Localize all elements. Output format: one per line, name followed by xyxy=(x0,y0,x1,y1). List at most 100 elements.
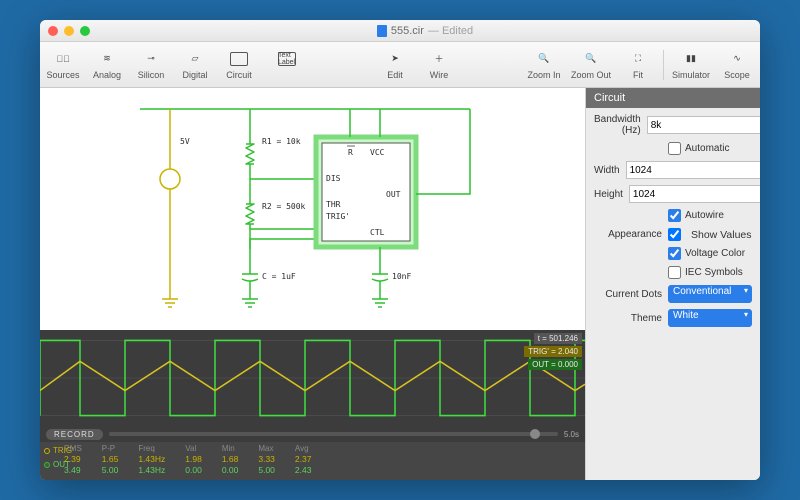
wire-tool[interactable]: ＋Wire xyxy=(422,50,456,80)
svg-text:VCC: VCC xyxy=(370,148,385,157)
theme-select[interactable]: White xyxy=(668,309,752,327)
minimize-icon[interactable] xyxy=(64,26,74,36)
time-cursor-label: t = 501.246 xyxy=(534,333,582,344)
window-controls xyxy=(48,26,90,36)
fit-button[interactable]: ⛶Fit xyxy=(621,50,655,80)
edited-indicator: — Edited xyxy=(428,25,473,37)
voltage-color-label: Voltage Color xyxy=(685,248,745,259)
scrubber-thumb[interactable] xyxy=(530,429,540,439)
ic-555[interactable]: R VCC DIS THR TRIG' OUT CTL xyxy=(316,137,416,247)
silicon-icon: ⊸ xyxy=(141,50,161,68)
fit-icon: ⛶ xyxy=(628,50,648,68)
textlabel-button[interactable]: TextLabelText Label xyxy=(266,50,307,80)
iec-label: IEC Symbols xyxy=(685,267,743,278)
meas-col-val: Val1.980.00 xyxy=(185,444,202,475)
current-dots-label: Current Dots xyxy=(594,289,662,300)
textlabel-icon: TextLabel xyxy=(277,50,297,68)
scope-scrubber[interactable] xyxy=(109,432,558,436)
scope-icon: ∿ xyxy=(727,50,747,68)
sources-icon: ◯⃫ xyxy=(53,50,73,68)
svg-text:DIS: DIS xyxy=(326,174,341,183)
show-values-label: Show Values xyxy=(691,229,752,241)
circuit-button[interactable]: Circuit xyxy=(222,50,256,80)
autowire-label: Autowire xyxy=(685,210,724,221)
meas-col-avg: Avg2.372.43 xyxy=(295,444,312,475)
zoom-in-button[interactable]: 🔍Zoom In xyxy=(527,50,561,80)
trig-cursor-label: TRIG' = 2.040 xyxy=(524,346,582,357)
toolbar: ◯⃫Sources ≋Analog ⊸Silicon ▱Digital Circ… xyxy=(40,42,760,88)
toolbar-separator xyxy=(663,50,664,80)
svg-text:OUT: OUT xyxy=(386,190,401,199)
r1-label: R1 = 10k xyxy=(262,137,301,146)
bandwidth-label: Bandwidth (Hz) xyxy=(594,114,641,136)
meas-col-min: Min1.680.00 xyxy=(222,444,239,475)
scope-window: 5.0s xyxy=(564,430,579,439)
analog-button[interactable]: ≋Analog xyxy=(90,50,124,80)
bandwidth-field[interactable] xyxy=(647,116,760,134)
analog-icon: ≋ xyxy=(97,50,117,68)
meas-col-freq: Freq1.43Hz1.43Hz xyxy=(138,444,165,475)
svg-text:CTL: CTL xyxy=(370,228,385,237)
voltage-color-checkbox[interactable] xyxy=(668,247,681,260)
width-field[interactable] xyxy=(626,161,760,179)
automatic-checkbox[interactable] xyxy=(668,142,681,155)
svg-text:TRIG': TRIG' xyxy=(326,212,350,221)
schematic-canvas[interactable]: 5V R1 = 10k R2 = 500k C = 1 xyxy=(40,88,585,330)
supply-label: 5V xyxy=(180,137,190,146)
zoom-out-icon: 🔍 xyxy=(581,50,601,68)
zoom-out-button[interactable]: 🔍Zoom Out xyxy=(571,50,611,80)
theme-label: Theme xyxy=(594,313,662,324)
svg-text:R: R xyxy=(348,148,353,157)
zoom-icon[interactable] xyxy=(80,26,90,36)
svg-text:THR: THR xyxy=(326,200,341,209)
automatic-label: Automatic xyxy=(685,143,729,154)
circuit-icon xyxy=(229,50,249,68)
toolbar-zoom: 🔍Zoom In 🔍Zoom Out ⛶Fit xyxy=(527,50,655,80)
scope-panel: t = 501.246 TRIG' = 2.040 OUT = 0.000 RE… xyxy=(40,330,585,480)
r2-label: R2 = 500k xyxy=(262,202,306,211)
inspector-panel: Circuit Bandwidth (Hz) Automatic Width▲▼… xyxy=(585,88,760,480)
wire-icon: ＋ xyxy=(429,50,449,68)
meas-col-max: Max3.335.00 xyxy=(258,444,275,475)
width-label: Width xyxy=(594,165,620,176)
record-button[interactable]: RECORD xyxy=(46,429,103,440)
bullet-icon xyxy=(44,462,50,468)
bullet-icon xyxy=(44,448,50,454)
scope-plot[interactable]: t = 501.246 TRIG' = 2.040 OUT = 0.000 xyxy=(40,330,585,426)
measurements-table: TRIG' OUT RMS2.393.49P-P1.655.00Freq1.43… xyxy=(40,442,585,480)
zoom-in-icon: 🔍 xyxy=(534,50,554,68)
digital-icon: ▱ xyxy=(185,50,205,68)
scope-button[interactable]: ∿Scope xyxy=(720,50,754,80)
digital-button[interactable]: ▱Digital xyxy=(178,50,212,80)
scope-controls: RECORD 5.0s xyxy=(40,426,585,442)
height-field[interactable] xyxy=(629,185,760,203)
appearance-label: Appearance xyxy=(594,229,662,240)
silicon-button[interactable]: ⊸Silicon xyxy=(134,50,168,80)
toolbar-right: ▮▮Simulator ∿Scope xyxy=(672,50,754,80)
meas-col-p-p: P-P1.655.00 xyxy=(102,444,119,475)
autowire-checkbox[interactable] xyxy=(668,209,681,222)
signal-out[interactable]: OUT xyxy=(44,460,74,469)
app-window: 555.cir — Edited ◯⃫Sources ≋Analog ⊸Sili… xyxy=(40,20,760,480)
titlebar: 555.cir — Edited xyxy=(40,20,760,42)
height-label: Height xyxy=(594,189,623,200)
document-icon xyxy=(377,25,387,37)
edit-tool[interactable]: ➤Edit xyxy=(378,50,412,80)
current-dots-select[interactable]: Conventional xyxy=(668,285,752,303)
pointer-icon: ➤ xyxy=(385,50,405,68)
c1-label: C = 1uF xyxy=(262,272,296,281)
out-cursor-label: OUT = 0.000 xyxy=(528,359,582,370)
show-values-checkbox[interactable] xyxy=(668,228,681,241)
toolbar-components: ◯⃫Sources ≋Analog ⊸Silicon ▱Digital Circ… xyxy=(46,50,307,80)
toolbar-edit: ➤Edit ＋Wire xyxy=(378,50,456,80)
c2-label: 10nF xyxy=(392,272,411,281)
iec-checkbox[interactable] xyxy=(668,266,681,279)
window-title: 555.cir — Edited xyxy=(98,25,752,37)
filename: 555.cir xyxy=(391,25,424,37)
pause-icon: ▮▮ xyxy=(681,50,701,68)
simulator-button[interactable]: ▮▮Simulator xyxy=(672,50,710,80)
sources-button[interactable]: ◯⃫Sources xyxy=(46,50,80,80)
inspector-title: Circuit xyxy=(586,88,760,108)
signal-trig[interactable]: TRIG' xyxy=(44,446,74,455)
close-icon[interactable] xyxy=(48,26,58,36)
